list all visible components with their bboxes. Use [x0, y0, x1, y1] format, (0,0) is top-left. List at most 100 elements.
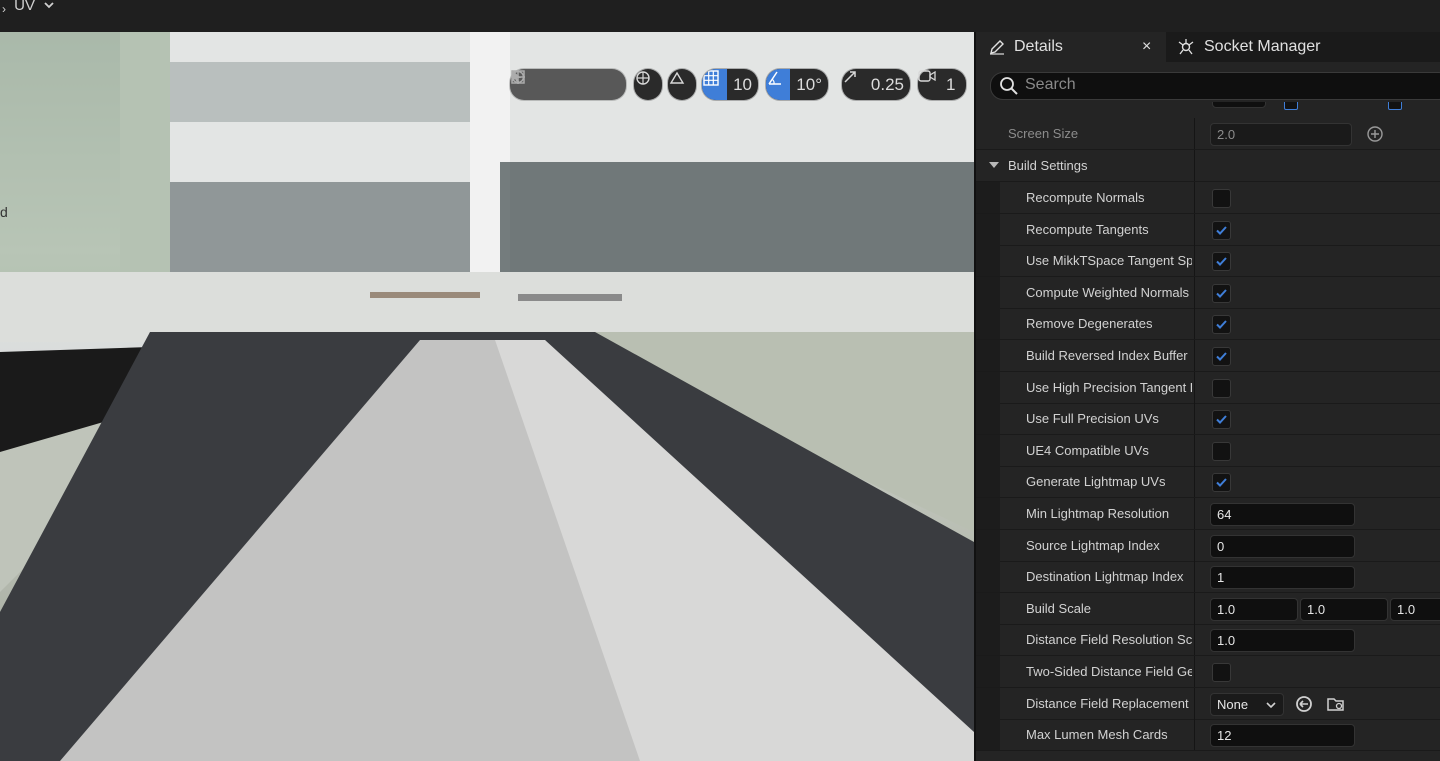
property-row: Generate Lightmap UVs	[976, 466, 1440, 498]
screen-size-row: Screen Size 2.0	[976, 118, 1440, 150]
row-indent	[976, 624, 1000, 655]
rotate-tool-button[interactable]	[511, 69, 597, 100]
tab-details[interactable]: Details ×	[976, 32, 1166, 62]
property-row: Build Reversed Index Buffer	[976, 340, 1440, 372]
property-value: 1.0	[1217, 602, 1236, 617]
property-label: Use MikkTSpace Tangent Spa	[1026, 253, 1192, 268]
property-checkbox[interactable]	[1212, 315, 1231, 334]
column-divider	[1194, 340, 1195, 371]
tab-socket-manager[interactable]: Socket Manager	[1168, 32, 1440, 62]
tab-details-label: Details	[1014, 38, 1063, 55]
property-label: Destination Lightmap Index	[1026, 569, 1184, 584]
property-label: Generate Lightmap UVs	[1026, 474, 1166, 489]
property-checkbox[interactable]	[1212, 252, 1231, 271]
transform-tools	[510, 69, 626, 100]
row-indent	[976, 688, 1000, 719]
scale-snap-value[interactable]: 0.25	[865, 75, 910, 95]
property-label: Two-Sided Distance Field Gen	[1026, 664, 1192, 679]
chevron-down-icon	[1266, 702, 1276, 709]
surface-snapping-button[interactable]	[668, 69, 696, 100]
world-local-button[interactable]	[634, 69, 662, 100]
camera-speed-value[interactable]: 1	[946, 75, 959, 95]
property-label: UE4 Compatible UVs	[1026, 443, 1149, 458]
grid-snap-value[interactable]: 10	[727, 75, 758, 95]
rotation-snap-toggle[interactable]	[766, 69, 791, 100]
row-indent	[976, 403, 1000, 434]
property-checkbox[interactable]	[1212, 379, 1231, 398]
column-divider	[1194, 719, 1195, 750]
property-row: Max Lumen Mesh Cards 12	[976, 719, 1440, 751]
property-row: Use Full Precision UVs	[976, 403, 1440, 435]
scale-tool-button[interactable]	[511, 69, 626, 100]
build-scale-field[interactable]: 1.0	[1210, 598, 1298, 621]
property-row: UE4 Compatible UVs	[976, 435, 1440, 467]
scale-snap-toggle[interactable]	[842, 69, 865, 100]
property-value: 12	[1217, 728, 1232, 743]
property-number-field[interactable]: 1	[1210, 566, 1355, 589]
property-value: 1	[1217, 570, 1225, 585]
translate-tool-button[interactable]	[511, 69, 568, 100]
camera-speed-group[interactable]: 1	[918, 69, 966, 100]
add-icon[interactable]	[1366, 125, 1384, 143]
property-number-field[interactable]: 64	[1210, 503, 1355, 526]
reset-arrow-icon[interactable]	[1294, 694, 1314, 714]
build-settings-header[interactable]: Build Settings	[976, 150, 1440, 182]
viewport-3d[interactable]: d 10 10° 0.25 1	[0, 32, 974, 761]
property-label: Distance Field Replacement M	[1026, 696, 1192, 711]
close-tab-button[interactable]: ×	[1142, 38, 1151, 56]
property-checkbox[interactable]	[1212, 189, 1231, 208]
property-row: Distance Field Replacement M None	[976, 688, 1440, 720]
row-indent	[976, 466, 1000, 497]
browse-folder-icon[interactable]	[1326, 694, 1346, 714]
property-label: Recompute Tangents	[1026, 222, 1149, 237]
side-letter: d	[0, 204, 8, 220]
property-number-field[interactable]: 12	[1210, 724, 1355, 747]
panel-tabs: Details × Socket Manager	[976, 32, 1440, 62]
property-checkbox[interactable]	[1212, 284, 1231, 303]
rotation-snap-group: 10°	[766, 69, 828, 100]
build-scale-field[interactable]: 1.0	[1300, 598, 1388, 621]
screen-size-label: Screen Size	[1008, 126, 1079, 141]
property-checkbox[interactable]	[1212, 442, 1231, 461]
section-title: Build Settings	[1008, 158, 1088, 173]
property-label: Remove Degenerates	[1026, 316, 1153, 331]
column-divider	[1194, 214, 1195, 245]
grid-snap-toggle[interactable]	[702, 69, 728, 100]
row-indent	[976, 593, 1000, 624]
row-indent	[976, 245, 1000, 276]
search-input[interactable]: Search	[990, 72, 1440, 100]
property-label: Distance Field Resolution Scal	[1026, 632, 1192, 647]
tab-socket-manager-label: Socket Manager	[1204, 38, 1321, 55]
property-number-field[interactable]: 1.0	[1210, 629, 1355, 652]
property-checkbox[interactable]	[1212, 347, 1231, 366]
property-row: Recompute Tangents	[976, 214, 1440, 246]
asset-dropdown[interactable]: None	[1210, 693, 1284, 716]
column-divider	[1194, 182, 1195, 213]
scale-arrow-icon	[844, 71, 856, 83]
row-indent	[976, 214, 1000, 245]
row-indent	[976, 308, 1000, 339]
property-checkbox[interactable]	[1212, 221, 1231, 240]
globe-icon	[636, 71, 650, 85]
details-panel: Details × Socket Manager Search Screen S…	[974, 32, 1440, 761]
property-checkbox[interactable]	[1212, 473, 1231, 492]
chevron-right-icon: ›	[2, 2, 6, 16]
property-checkbox[interactable]	[1212, 410, 1231, 429]
camera-icon	[918, 70, 936, 82]
row-indent	[976, 561, 1000, 592]
column-divider	[1194, 245, 1195, 276]
rotation-snap-value[interactable]: 10°	[790, 75, 828, 95]
socket-icon	[1178, 39, 1194, 55]
property-value: 1.0	[1397, 602, 1416, 617]
property-number-field[interactable]: 0	[1210, 535, 1355, 558]
property-checkbox[interactable]	[1212, 663, 1231, 682]
property-label: Source Lightmap Index	[1026, 538, 1160, 553]
build-scale-field[interactable]: 1.0	[1390, 598, 1440, 621]
uv-mode-dropdown[interactable]: › UV	[2, 0, 55, 16]
row-indent	[976, 719, 1000, 750]
screen-size-field[interactable]: 2.0	[1210, 123, 1352, 146]
property-row: Min Lightmap Resolution 64	[976, 498, 1440, 530]
camera-speed-toggle[interactable]	[918, 69, 946, 100]
property-row: Source Lightmap Index 0	[976, 530, 1440, 562]
column-divider	[1194, 308, 1195, 339]
